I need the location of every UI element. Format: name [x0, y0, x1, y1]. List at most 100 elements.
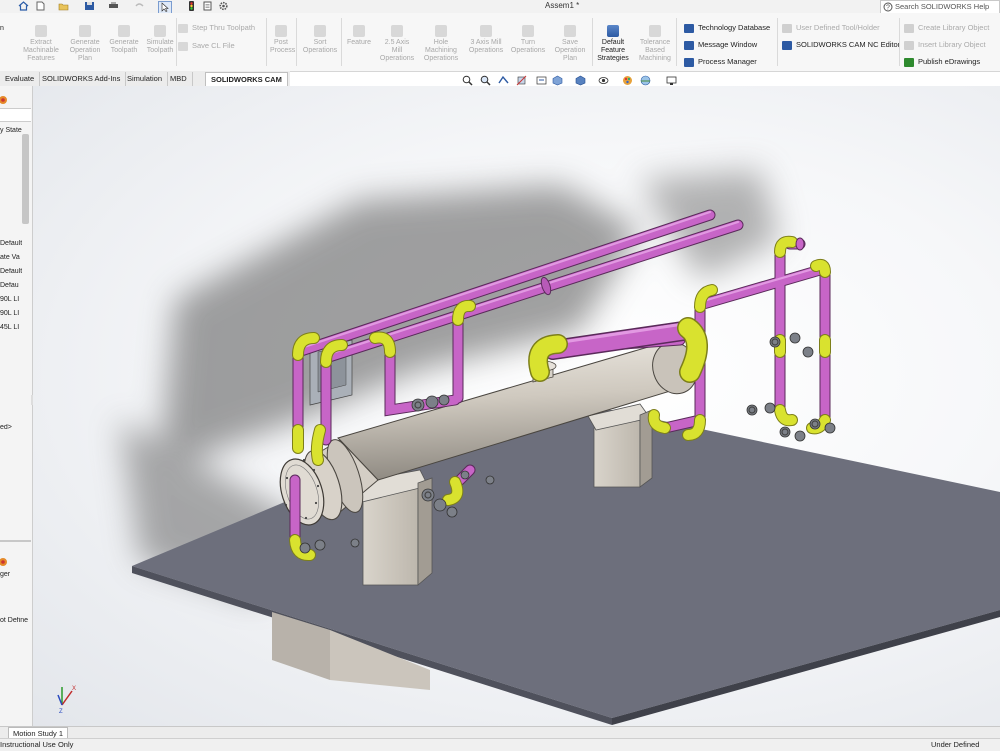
- tab-solidworks-cam[interactable]: SOLIDWORKS CAM: [205, 72, 288, 87]
- ribbon-item-technology-database[interactable]: Technology Database: [684, 22, 770, 34]
- ribbon-button-label-line: Default: [601, 39, 625, 46]
- ribbon-item-icon: [782, 23, 792, 33]
- ribbon-button-label-line: Toolpath: [110, 47, 138, 54]
- hide-show-items-icon[interactable]: [598, 75, 609, 86]
- panel-splitter[interactable]: [0, 540, 31, 542]
- ribbon-separator: [592, 18, 593, 66]
- section-view-icon[interactable]: [516, 75, 527, 86]
- graphics-viewport[interactable]: Z X: [33, 86, 1000, 726]
- ribbon-button-default-feature-strategies[interactable]: Default Feature Strategies: [594, 25, 632, 63]
- file-properties-icon[interactable]: [202, 1, 213, 11]
- ribbon-button-label-line: 3 Axis Mill: [470, 39, 502, 46]
- tree-item[interactable]: 90L LI: [0, 310, 22, 317]
- ribbon-button-generate-operation-plan[interactable]: Generate Operation Plan: [66, 25, 104, 63]
- tree-item[interactable]: ed>: [0, 424, 22, 431]
- ribbon-button-3-axis-mill-operations[interactable]: 3 Axis Mill Operations: [466, 25, 506, 55]
- ribbon-row-icon: [178, 23, 188, 33]
- dynamic-annotation-icon[interactable]: [536, 75, 547, 86]
- tree-item[interactable]: Default: [0, 268, 22, 275]
- ribbon-row-label: Save CL File: [192, 41, 235, 50]
- ribbon-button-label-line: Tolerance: [639, 39, 671, 46]
- ribbon-item-label: User Defined Tool/Holder: [796, 23, 880, 32]
- ribbon-button-label-line: Feature: [600, 47, 626, 54]
- ribbon-row-save-cl-file[interactable]: Save CL File: [178, 40, 235, 52]
- ribbon-item-label: SOLIDWORKS CAM NC Editor: [796, 40, 901, 49]
- ribbon-button-feature[interactable]: Feature: [345, 25, 373, 47]
- ribbon-button-label-line: Features: [27, 55, 55, 62]
- tree-item[interactable]: ate Va: [0, 254, 22, 261]
- ribbon-button-icon: [79, 25, 91, 37]
- ribbon-button-icon: [564, 25, 576, 37]
- ribbon-separator: [777, 18, 778, 66]
- view-triad: Z X: [57, 686, 76, 715]
- tab-simulation[interactable]: Simulation: [122, 72, 169, 86]
- ribbon-button-label-line: Plan: [77, 55, 92, 62]
- tree-item[interactable]: Default: [0, 240, 22, 247]
- ribbon-button-label-line: Post: [273, 39, 288, 46]
- tree-item[interactable]: 45L LI: [0, 324, 22, 331]
- panel-tab-icons-lower[interactable]: [0, 556, 12, 570]
- ribbon-button-label-line: Generate: [109, 39, 139, 46]
- ribbon-button-simulate-toolpath[interactable]: Simulate Toolpath: [143, 25, 177, 55]
- traffic-light-icon[interactable]: [186, 1, 197, 11]
- feature-filter-box[interactable]: [0, 108, 31, 122]
- ribbon-button-hole-machining-operations[interactable]: Hole Machining Operations: [420, 25, 462, 63]
- edit-appearance-icon[interactable]: [622, 75, 633, 86]
- ribbon-separator: [676, 18, 677, 66]
- ribbon-button-label-line: Based: [645, 47, 665, 54]
- open-folder-icon[interactable]: [58, 1, 69, 11]
- view-settings-icon[interactable]: [666, 75, 677, 86]
- new-document-icon[interactable]: [35, 1, 46, 11]
- save-icon[interactable]: [84, 1, 95, 11]
- ribbon-clipped-label: n: [0, 25, 4, 32]
- ribbon-button-extract-machinable-features[interactable]: Extract Machinable Features: [20, 25, 62, 63]
- ribbon-row-step-thru-toolpath[interactable]: Step Thru Toolpath: [178, 22, 255, 34]
- panel-tab-icons[interactable]: [0, 94, 12, 108]
- ribbon-separator: [341, 18, 342, 66]
- ribbon-item-icon: [782, 40, 792, 50]
- ribbon-button-icon: [314, 25, 326, 37]
- ribbon-item-message-window[interactable]: Message Window: [684, 39, 757, 51]
- ribbon-button-post-process[interactable]: Post Process: [270, 25, 295, 55]
- apply-scene-icon[interactable]: [640, 75, 651, 86]
- print-icon[interactable]: [108, 1, 119, 11]
- ribbon-button-generate-toolpath[interactable]: Generate Toolpath: [106, 25, 142, 55]
- ribbon-item-insert-library-object[interactable]: Insert Library Object: [904, 39, 986, 51]
- zoom-to-area-icon[interactable]: [480, 75, 491, 86]
- ribbon-button-label-line: Extract: [30, 39, 52, 46]
- zoom-to-fit-icon[interactable]: [462, 75, 473, 86]
- tab-evaluate[interactable]: Evaluate: [0, 72, 41, 86]
- ribbon-button-sort-operations[interactable]: Sort Operations: [300, 25, 340, 55]
- tree-item[interactable]: 90L LI: [0, 296, 22, 303]
- tree-item[interactable]: y State: [0, 127, 22, 134]
- view-orientation-icon[interactable]: [552, 75, 563, 86]
- ribbon-button-tolerance-based-machining[interactable]: Tolerance Based Machining: [635, 25, 675, 63]
- previous-view-icon[interactable]: [498, 75, 509, 86]
- tab-solidworks-add-ins[interactable]: SOLIDWORKS Add-Ins: [37, 72, 127, 86]
- ribbon-item-create-library-object[interactable]: Create Library Object: [904, 22, 989, 34]
- ribbon-button-label-line: Save: [562, 39, 578, 46]
- svg-text:?: ?: [886, 5, 890, 12]
- help-search-input[interactable]: ? Search SOLIDWORKS Help: [880, 0, 1000, 14]
- ribbon-button-label-line: Operations: [423, 55, 459, 62]
- status-bar: Instructional Use Only Under Defined: [0, 738, 1000, 751]
- ribbon-item-user-defined-tool-holder[interactable]: User Defined Tool/Holder: [782, 22, 880, 34]
- ribbon-item-publish-edrawings[interactable]: Publish eDrawings: [904, 56, 980, 68]
- undo-icon[interactable]: [134, 1, 145, 11]
- tree-item-lower[interactable]: ot Define: [0, 617, 31, 624]
- ribbon-button-turn-operations[interactable]: Turn Operations: [508, 25, 548, 55]
- tab-mbd[interactable]: MBD: [165, 72, 193, 86]
- options-gear-icon[interactable]: [218, 1, 229, 11]
- ribbon-item-icon: [684, 23, 694, 33]
- ribbon-button-icon: [435, 25, 447, 37]
- ribbon-button-save-operation-plan[interactable]: Save Operation Plan: [550, 25, 590, 63]
- home-icon[interactable]: [18, 1, 29, 11]
- tree-item-lower[interactable]: ger: [0, 571, 31, 578]
- ribbon-item-solidworks-cam-nc-editor[interactable]: SOLIDWORKS CAM NC Editor: [782, 39, 900, 51]
- ribbon-item-process-manager[interactable]: Process Manager: [684, 56, 757, 68]
- tree-scrollbar[interactable]: [22, 134, 29, 224]
- ribbon-button-2-5-axis-mill-operations[interactable]: 2.5 Axis Mill Operations: [375, 25, 419, 63]
- help-question-icon: ?: [883, 2, 893, 12]
- tree-item[interactable]: Defau: [0, 282, 22, 289]
- display-style-icon[interactable]: [575, 75, 586, 86]
